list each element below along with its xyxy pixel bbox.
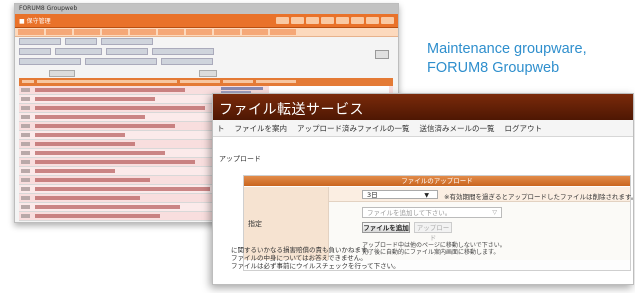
filter-field[interactable] bbox=[152, 48, 214, 55]
menu-item[interactable] bbox=[381, 17, 394, 24]
filter-field[interactable] bbox=[19, 58, 81, 65]
groupweb-filter bbox=[19, 38, 393, 68]
retention-select[interactable]: 3日 ▼ bbox=[362, 190, 438, 199]
filter-field[interactable] bbox=[19, 38, 61, 45]
footer-line-1: に関するいかなる損害賠償の責も負いかねます。 bbox=[231, 246, 374, 254]
pager-control[interactable] bbox=[49, 70, 75, 77]
table-header bbox=[19, 78, 393, 86]
menu-item[interactable] bbox=[276, 17, 289, 24]
chevron-down-icon: ▼ bbox=[424, 192, 429, 199]
file-transfer-nav: ト ファイルを案内 アップロード済みファイルの一覧 送信済みメールの一覧 ログア… bbox=[213, 120, 633, 137]
footer-line-2: ファイルの中身についてはお答えできません。 bbox=[231, 254, 367, 262]
add-file-button[interactable]: ファイルを追加 bbox=[362, 222, 410, 233]
filter-field[interactable] bbox=[55, 48, 102, 55]
nav-item-sent-mails[interactable]: 送信済みメールの一覧 bbox=[420, 123, 495, 134]
page-title: アップロード bbox=[219, 155, 261, 163]
groupweb-header-name: ■ 保守管理 bbox=[19, 18, 51, 25]
filter-field[interactable] bbox=[65, 38, 97, 45]
caption-line-2: FORUM8 Groupweb bbox=[427, 60, 560, 76]
menu-item[interactable] bbox=[306, 17, 319, 24]
groupweb-pager bbox=[19, 70, 393, 77]
groupweb-header: ■ 保守管理 bbox=[15, 14, 398, 28]
retention-note: ※有効期間を過ぎるとアップロードしたファイルは削除されます。 bbox=[444, 193, 634, 201]
tab[interactable] bbox=[46, 29, 72, 35]
tab[interactable] bbox=[186, 29, 212, 35]
caption-line-1: Maintenance groupware, bbox=[427, 41, 587, 57]
groupweb-window-title: FORUM8 Groupweb bbox=[15, 4, 398, 14]
menu-item[interactable] bbox=[321, 17, 334, 24]
tab[interactable] bbox=[18, 29, 44, 35]
file-transfer-title: ファイル転送サービス bbox=[219, 102, 364, 118]
file-transfer-screenshot: ファイル転送サービス ト ファイルを案内 アップロード済みファイルの一覧 送信済… bbox=[212, 93, 634, 285]
filter-field[interactable] bbox=[106, 48, 148, 55]
file-row-label: 指定 bbox=[248, 220, 262, 228]
nav-item-logout[interactable]: ログアウト bbox=[505, 123, 543, 134]
menu-item[interactable] bbox=[366, 17, 379, 24]
tab[interactable] bbox=[270, 29, 296, 35]
search-button[interactable] bbox=[375, 50, 389, 59]
nav-item-uploaded-files[interactable]: アップロード済みファイルの一覧 bbox=[297, 123, 410, 134]
tab[interactable] bbox=[214, 29, 240, 35]
retention-value: 3日 bbox=[367, 191, 378, 199]
groupweb-tabs bbox=[15, 28, 398, 37]
tab[interactable] bbox=[102, 29, 128, 35]
menu-item[interactable] bbox=[291, 17, 304, 24]
file-transfer-header: ファイル転送サービス bbox=[213, 94, 633, 120]
footer-notes: に関するいかなる損害賠償の責も負いかねます。 ファイルの中身についてはお答えでき… bbox=[231, 246, 400, 270]
tab[interactable] bbox=[242, 29, 268, 35]
upload-panel-title: ファイルのアップロード bbox=[244, 176, 630, 186]
caption: Maintenance groupware, FORUM8 Groupweb bbox=[427, 40, 587, 78]
nav-item-file-guide[interactable]: ファイルを案内 bbox=[235, 123, 288, 134]
tab[interactable] bbox=[130, 29, 156, 35]
pager-control[interactable] bbox=[199, 70, 217, 77]
file-input[interactable]: ファイルを追加して下さい。 ▽ bbox=[362, 207, 502, 218]
tab[interactable] bbox=[74, 29, 100, 35]
tab[interactable] bbox=[158, 29, 184, 35]
menu-item[interactable] bbox=[336, 17, 349, 24]
filter-field[interactable] bbox=[85, 58, 157, 65]
chevron-down-icon: ▽ bbox=[492, 209, 497, 216]
upload-button[interactable]: アップロード bbox=[414, 222, 452, 242]
footer-line-3: ファイルは必ず事前にウイルスチェックを行って下さい。 bbox=[231, 262, 400, 270]
menu-item[interactable] bbox=[351, 17, 364, 24]
filter-field[interactable] bbox=[101, 38, 153, 45]
nav-item-home[interactable]: ト bbox=[217, 123, 225, 134]
groupweb-menu bbox=[276, 17, 394, 24]
filter-field[interactable] bbox=[161, 58, 213, 65]
filter-field[interactable] bbox=[19, 48, 51, 55]
file-input-placeholder: ファイルを追加して下さい。 bbox=[367, 209, 452, 217]
